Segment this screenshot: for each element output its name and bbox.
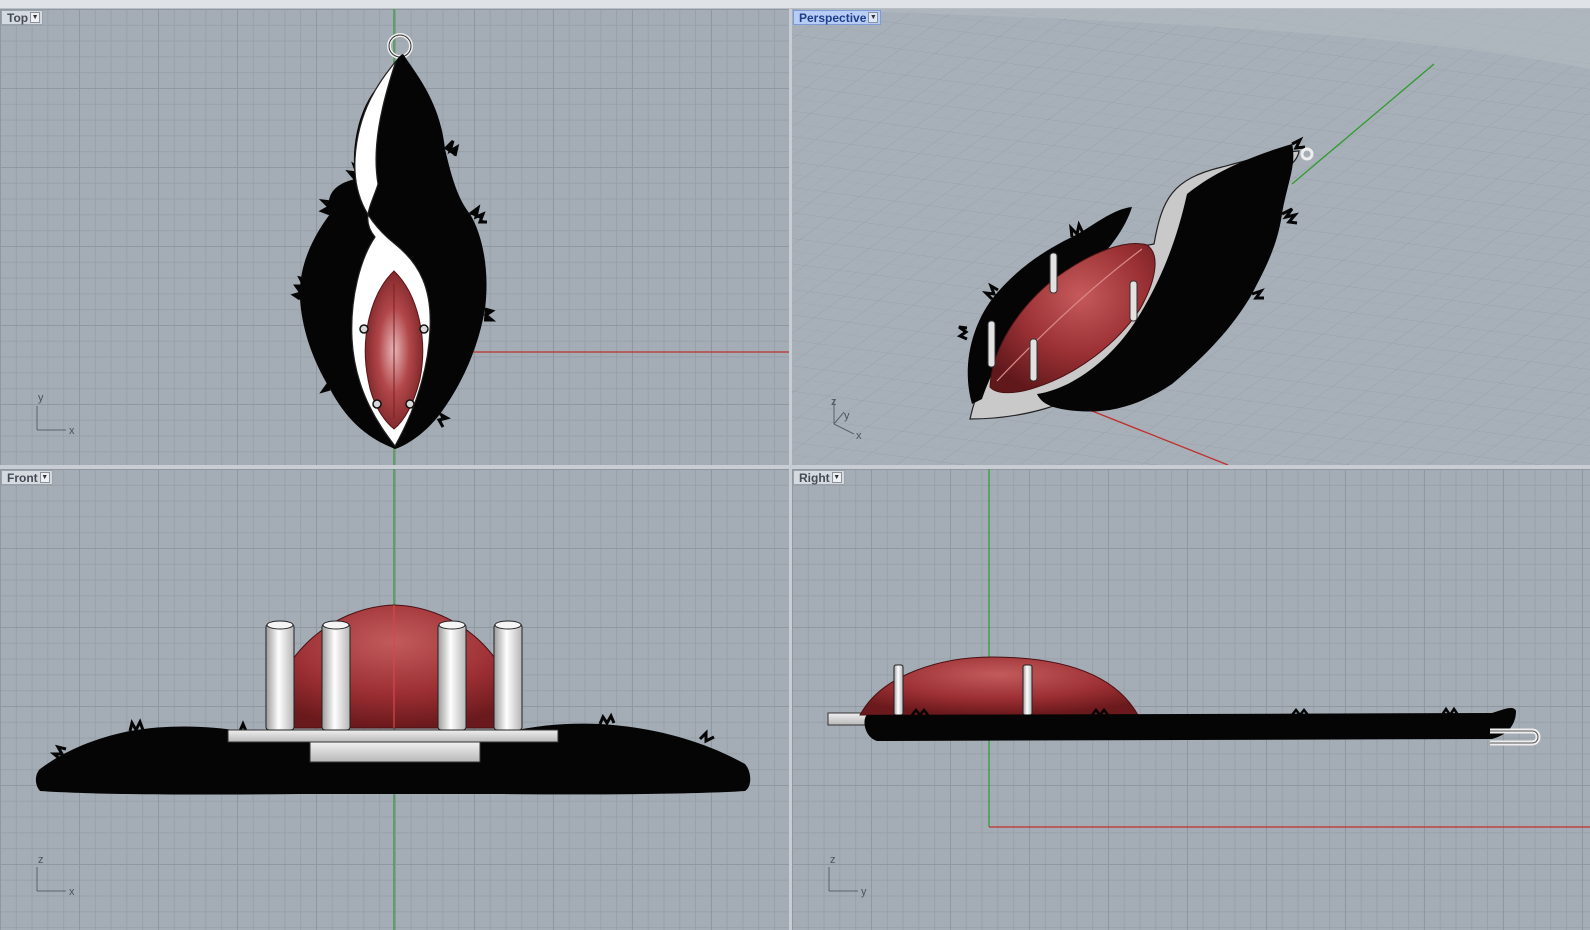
viewport-title-front[interactable]: Front ▼ <box>1 470 53 485</box>
dropdown-arrow-icon[interactable]: ▼ <box>39 472 50 483</box>
viewport-name-right: Right <box>799 470 830 485</box>
prong-1 <box>359 324 369 334</box>
axis-label-y: y <box>844 410 850 422</box>
right-view-canvas: z y <box>827 469 1590 898</box>
dropdown-arrow-icon[interactable]: ▼ <box>831 472 842 483</box>
front-view-canvas: z x <box>35 469 751 930</box>
axis-triad-front: z x <box>36 854 75 898</box>
base-plate-front <box>309 741 481 763</box>
axis-label-x: x <box>69 886 75 898</box>
title-strip <box>0 0 1590 9</box>
viewport-name-top: Top <box>7 10 29 25</box>
perspective-view-canvas: z y x <box>792 9 1590 465</box>
viewport-name-front: Front <box>7 470 38 485</box>
top-view-canvas: y x <box>36 9 789 465</box>
viewport-front[interactable]: Front ▼ z x <box>0 469 789 930</box>
axis-label-z: z <box>831 396 837 408</box>
axis-label-x: x <box>856 430 862 442</box>
viewport-perspective[interactable]: Perspective ▼ z y x <box>792 9 1590 465</box>
axis-label-x: x <box>69 425 75 437</box>
dropdown-arrow-icon[interactable]: ▼ <box>30 12 41 23</box>
prong-2 <box>419 324 429 334</box>
axis-triad-top: y x <box>36 392 75 437</box>
axis-triad-right: z y <box>828 854 867 898</box>
dropdown-arrow-icon[interactable]: ▼ <box>868 12 879 23</box>
prong-3 <box>372 399 382 409</box>
base-plate-top <box>227 729 559 743</box>
prong-4 <box>405 399 415 409</box>
axis-label-z: z <box>830 854 836 866</box>
viewport-right[interactable]: Right ▼ z y <box>792 469 1590 930</box>
viewport-name-perspective: Perspective <box>799 10 867 25</box>
viewport-title-top[interactable]: Top ▼ <box>1 10 44 25</box>
axis-label-y: y <box>861 886 867 898</box>
axis-label-y: y <box>38 392 44 404</box>
viewport-title-perspective[interactable]: Perspective ▼ <box>793 10 882 25</box>
viewport-top[interactable]: Top ▼ y x <box>0 9 789 465</box>
viewport-title-right[interactable]: Right ▼ <box>793 470 845 485</box>
axis-label-z: z <box>38 854 44 866</box>
